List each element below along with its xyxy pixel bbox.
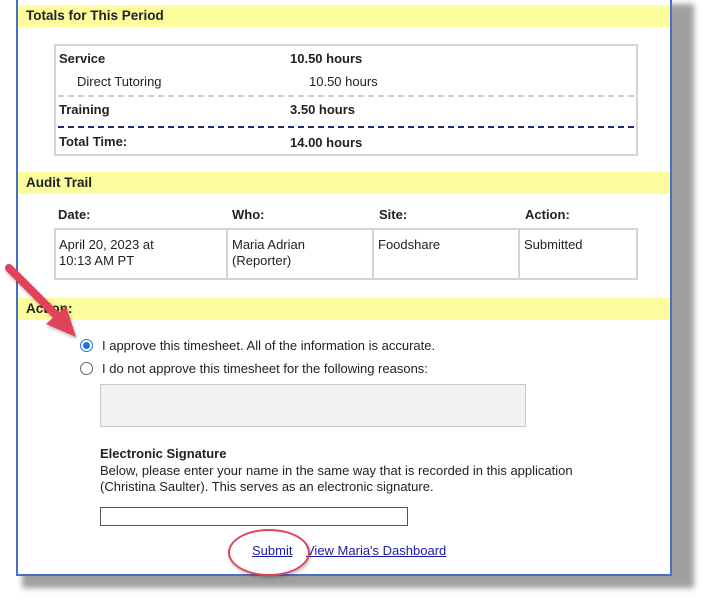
annotation-arrow-icon: [5, 264, 76, 337]
